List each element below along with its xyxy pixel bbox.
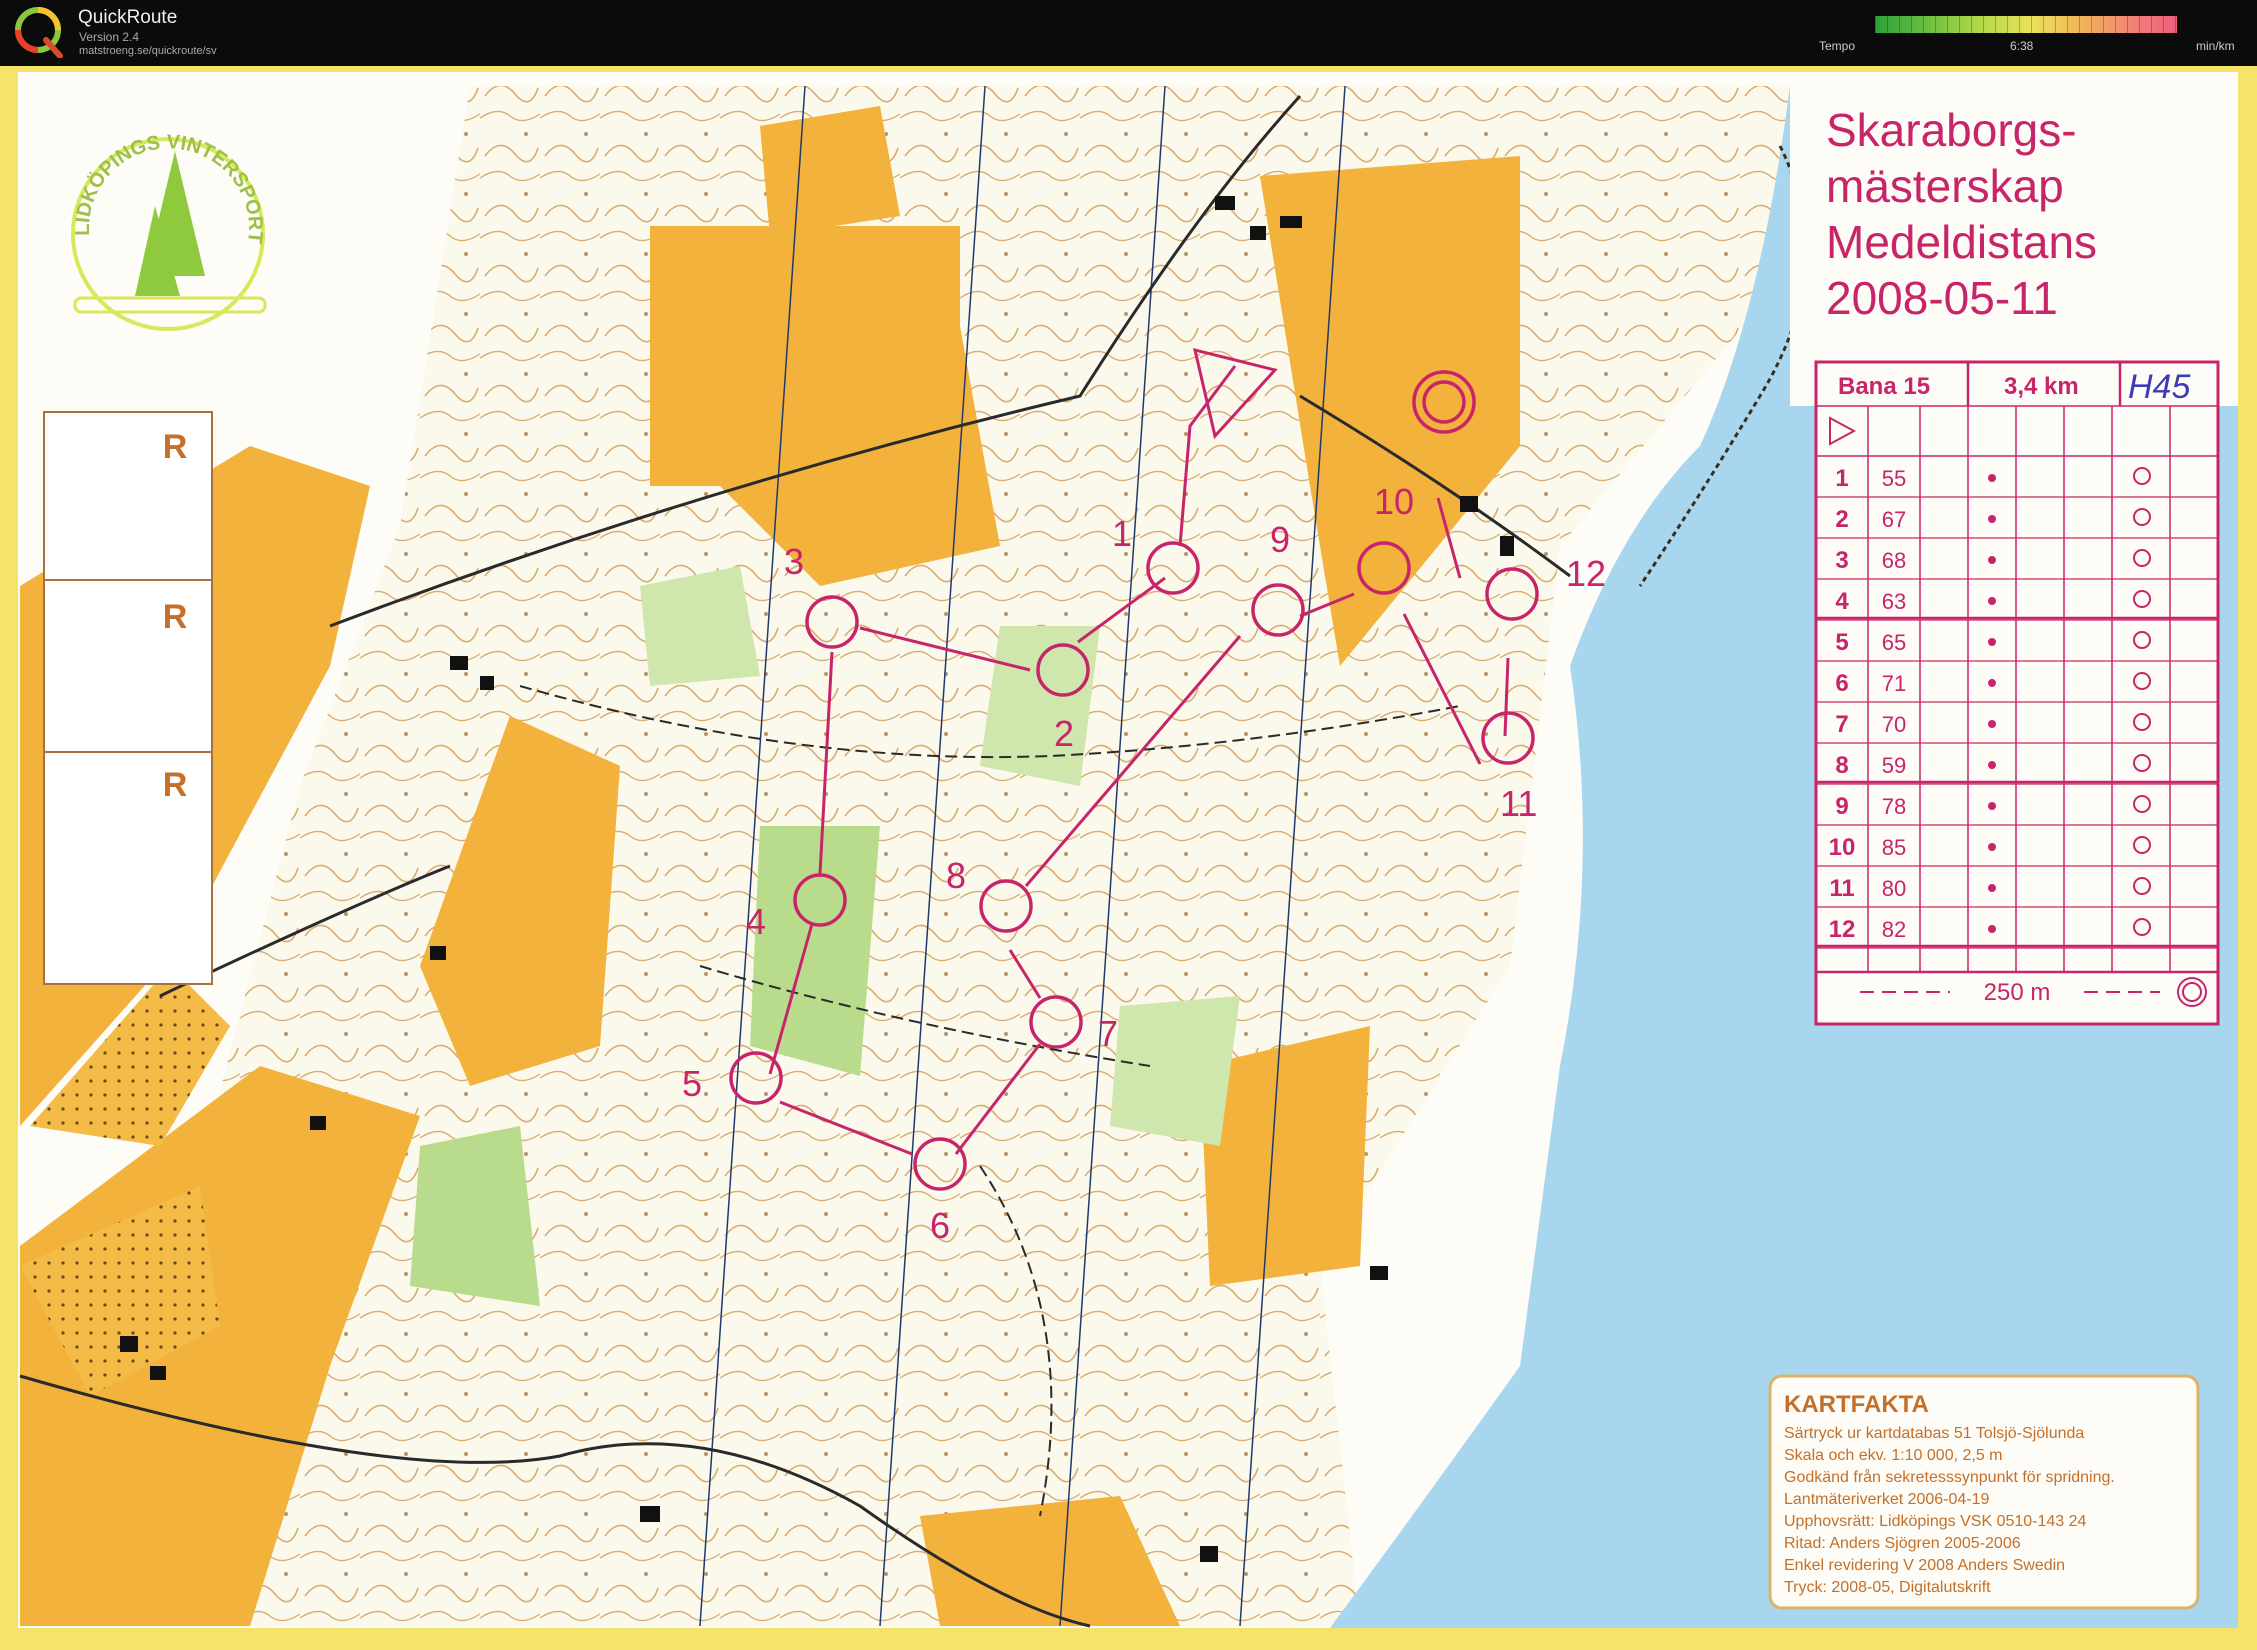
- control-label-10: 10: [1374, 481, 1414, 522]
- description-control-code: 82: [1882, 917, 1906, 942]
- control-label-4: 4: [746, 901, 766, 942]
- description-control-code: 70: [1882, 712, 1906, 737]
- control-label-8: 8: [946, 855, 966, 896]
- kartfakta-line-2: Skala och ekv. 1:10 000, 2,5 m: [1784, 1447, 2003, 1464]
- app-url[interactable]: matstroeng.se/quickroute/sv: [79, 45, 217, 57]
- r-box-3: R: [163, 766, 188, 804]
- finish-distance: 250 m: [1984, 979, 2051, 1006]
- kartfakta-box: KARTFAKTA Särtryck ur kartdatabas 51 Tol…: [1768, 1374, 2200, 1610]
- event-title-line-2: mästerskap: [1826, 160, 2064, 212]
- description-control-code: 55: [1882, 466, 1906, 491]
- description-control-code: 68: [1882, 548, 1906, 573]
- kartfakta-line-3: Godkänd från sekretesssynpunkt för sprid…: [1784, 1468, 2115, 1486]
- kartfakta-title: KARTFAKTA: [1784, 1391, 1929, 1418]
- description-control-code: 78: [1882, 794, 1906, 819]
- description-control-number: 4: [1835, 588, 1849, 615]
- kartfakta-line-4: Lantmäteriverket 2006-04-19: [1784, 1491, 1990, 1508]
- description-control-number: 8: [1835, 752, 1848, 779]
- description-control-number: 9: [1835, 793, 1848, 820]
- control-label-2: 2: [1054, 713, 1074, 754]
- tempo-label: Tempo: [1819, 39, 1856, 53]
- description-feature-icon: [1988, 843, 1996, 851]
- tempo-mid-value: 6:38: [2010, 39, 2034, 53]
- r-boxes: R R R: [43, 411, 213, 985]
- description-feature-icon: [1988, 679, 1996, 687]
- description-control-number: 1: [1835, 465, 1848, 492]
- description-feature-icon: [1988, 720, 1996, 728]
- description-control-code: 65: [1882, 630, 1906, 655]
- description-control-code: 63: [1882, 589, 1906, 614]
- description-control-number: 5: [1835, 629, 1848, 656]
- control-description-table: Bana 15 3,4 km H45 1 55 2 67 3 68 4 63 5 65 6 71 7 70…: [1814, 360, 2220, 1026]
- description-control-code: 59: [1882, 753, 1906, 778]
- app-header: QuickRoute Version 2.4 matstroeng.se/qui…: [0, 0, 2257, 66]
- description-control-number: 2: [1835, 506, 1848, 533]
- course-name: Bana 15: [1838, 373, 1930, 400]
- description-feature-icon: [1988, 884, 1996, 892]
- control-label-6: 6: [930, 1205, 950, 1246]
- description-control-number: 11: [1829, 875, 1854, 902]
- kartfakta-line-1: Särtryck ur kartdatabas 51 Tolsjö-Sjölun…: [1784, 1425, 2084, 1442]
- kartfakta-line-5: Upphovsrätt: Lidköpings VSK 0510-143 24: [1784, 1513, 2087, 1530]
- r-box-1: R: [163, 428, 188, 466]
- kartfakta-line-7: Enkel revidering V 2008 Anders Swedin: [1784, 1557, 2065, 1574]
- event-title-line-3: Medeldistans: [1826, 216, 2097, 268]
- kartfakta-line-8: Tryck: 2008-05, Digitalutskrift: [1784, 1579, 1991, 1596]
- orienteering-map[interactable]: LIDKÖPINGS VINTERSPORTKLUBB R R R Skarab…: [0, 66, 2257, 1650]
- description-feature-icon: [1988, 474, 1996, 482]
- description-feature-icon: [1988, 925, 1996, 933]
- quickroute-logo-icon: [15, 7, 63, 58]
- description-feature-icon: [1988, 638, 1996, 646]
- description-control-code: 71: [1882, 671, 1906, 696]
- control-label-7: 7: [1098, 1013, 1118, 1054]
- control-label-5: 5: [682, 1063, 702, 1104]
- tempo-unit: min/km: [2196, 39, 2235, 53]
- description-control-number: 3: [1835, 547, 1848, 574]
- course-length: 3,4 km: [2004, 373, 2079, 400]
- course-class-handwritten: H45: [2128, 368, 2190, 406]
- app-title: QuickRoute: [78, 7, 178, 28]
- description-feature-icon: [1988, 556, 1996, 564]
- tempo-scale-ticks: [1875, 16, 2177, 33]
- r-box-2: R: [163, 598, 188, 636]
- kartfakta-line-6: Ritad: Anders Sjögren 2005-2006: [1784, 1535, 2021, 1552]
- control-label-3: 3: [784, 541, 804, 582]
- description-feature-icon: [1988, 597, 1996, 605]
- control-label-9: 9: [1270, 519, 1290, 560]
- control-label-11: 11: [1500, 783, 1537, 824]
- control-label-1: 1: [1112, 513, 1132, 554]
- description-feature-icon: [1988, 515, 1996, 523]
- description-control-number: 12: [1829, 916, 1856, 943]
- event-title-line-1: Skaraborgs-: [1826, 104, 2077, 156]
- app-version: Version 2.4: [79, 30, 140, 44]
- description-feature-icon: [1988, 802, 1996, 810]
- control-label-12: 12: [1566, 553, 1606, 594]
- description-control-number: 6: [1835, 670, 1848, 697]
- event-title: Skaraborgs- mästerskap Medeldistans 2008…: [1790, 86, 2238, 406]
- description-control-code: 80: [1882, 876, 1906, 901]
- description-feature-icon: [1988, 761, 1996, 769]
- description-control-code: 85: [1882, 835, 1906, 860]
- event-title-line-4: 2008-05-11: [1826, 272, 2058, 324]
- description-control-code: 67: [1882, 507, 1906, 532]
- description-control-number: 10: [1829, 834, 1856, 861]
- description-control-number: 7: [1835, 711, 1848, 738]
